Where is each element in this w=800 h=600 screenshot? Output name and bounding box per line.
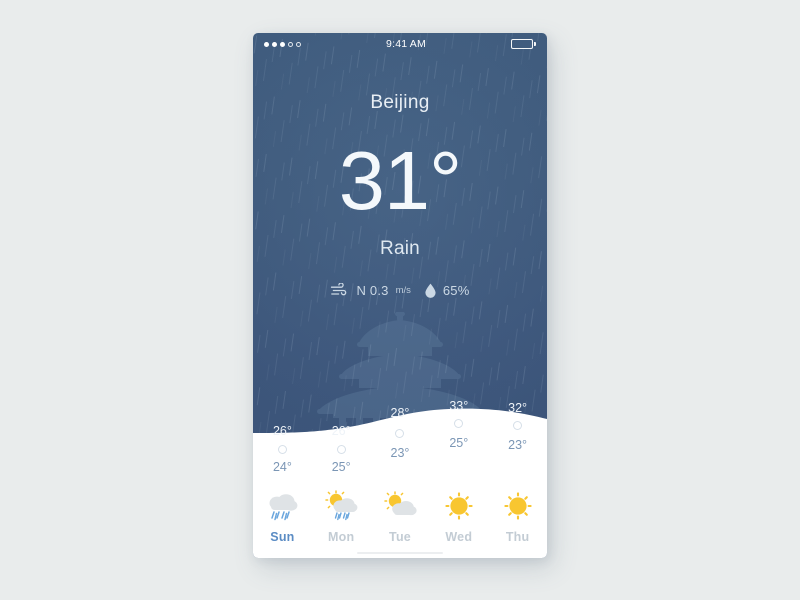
wind-metric: N 0.3 m/s <box>330 283 411 299</box>
temp-point <box>278 446 286 453</box>
temp-point <box>514 422 522 429</box>
day-label[interactable]: Tue <box>371 530 430 544</box>
high-temp: 28° <box>390 406 410 420</box>
signal-strength-indicator <box>264 41 301 47</box>
day-label[interactable]: Sun <box>253 530 312 544</box>
droplet-icon <box>425 283 436 299</box>
day-label[interactable]: Wed <box>429 530 488 544</box>
low-temp: 25° <box>331 460 351 474</box>
day-label[interactable]: Thu <box>488 530 547 544</box>
forecast-day-mon[interactable]: 26° 25° Mon <box>312 398 371 558</box>
forecast-section: 26° 24° Sun 26° 25° Mon 28° 23° Tue 33° … <box>253 398 547 558</box>
signal-dot-empty <box>296 41 301 47</box>
current-weather-section: Beijing 31° Rain N 0.3 m/s 65% <box>253 33 547 298</box>
battery-body <box>511 39 533 49</box>
city-name[interactable]: Beijing <box>253 92 547 114</box>
wind-value: N 0.3 <box>356 283 389 299</box>
status-bar: 9:41 AM <box>253 33 547 55</box>
rain-cloud-icon <box>264 490 300 522</box>
phone-mockup: 9:41 AM Beijing 31° Rain N 0.3 m/s 65% 2… <box>253 33 547 558</box>
screenshot-stage: 9:41 AM Beijing 31° Rain N 0.3 m/s 65% 2… <box>0 0 800 600</box>
forecast-columns: 26° 24° Sun 26° 25° Mon 28° 23° Tue 33° … <box>253 398 547 558</box>
battery-nub <box>534 42 536 46</box>
high-temp: 32° <box>508 401 528 415</box>
low-temp: 23° <box>508 438 528 452</box>
weather-metrics-row: N 0.3 m/s 65% <box>253 283 547 298</box>
forecast-day-tue[interactable]: 28° 23° Tue <box>371 398 430 558</box>
sun-cloud-icon <box>382 490 418 522</box>
battery-full-icon <box>511 39 536 49</box>
low-temp: 25° <box>449 436 469 450</box>
current-condition: Rain <box>380 238 420 260</box>
signal-dot-filled <box>272 41 277 47</box>
low-temp: 23° <box>390 446 410 460</box>
temp-point <box>337 446 345 453</box>
high-temp: 26° <box>331 424 351 438</box>
humidity-metric: 65% <box>425 283 470 298</box>
signal-dot-empty <box>288 41 293 47</box>
high-temp: 26° <box>272 424 292 438</box>
temp-point <box>396 430 404 437</box>
temp-point <box>455 420 463 427</box>
forecast-day-wed[interactable]: 33° 25° Wed <box>429 398 488 558</box>
wind-icon <box>330 283 349 298</box>
forecast-day-sun[interactable]: 26° 24° Sun <box>253 398 312 558</box>
wind-unit: m/s <box>395 285 411 297</box>
sun-cloud-rain-icon <box>323 490 359 522</box>
low-temp: 24° <box>272 460 292 474</box>
forecast-day-thu[interactable]: 32° 23° Thu <box>488 398 547 558</box>
signal-dot-filled <box>264 41 269 47</box>
current-temperature: 31° <box>338 134 463 227</box>
signal-dot-filled <box>280 41 285 47</box>
status-bar-clock: 9:41 AM <box>386 38 426 50</box>
humidity-value: 65% <box>442 283 470 299</box>
day-label[interactable]: Mon <box>312 530 371 544</box>
sun-icon <box>441 490 477 522</box>
sun-icon <box>500 490 536 522</box>
home-indicator <box>357 552 443 554</box>
high-temp: 33° <box>449 399 469 413</box>
